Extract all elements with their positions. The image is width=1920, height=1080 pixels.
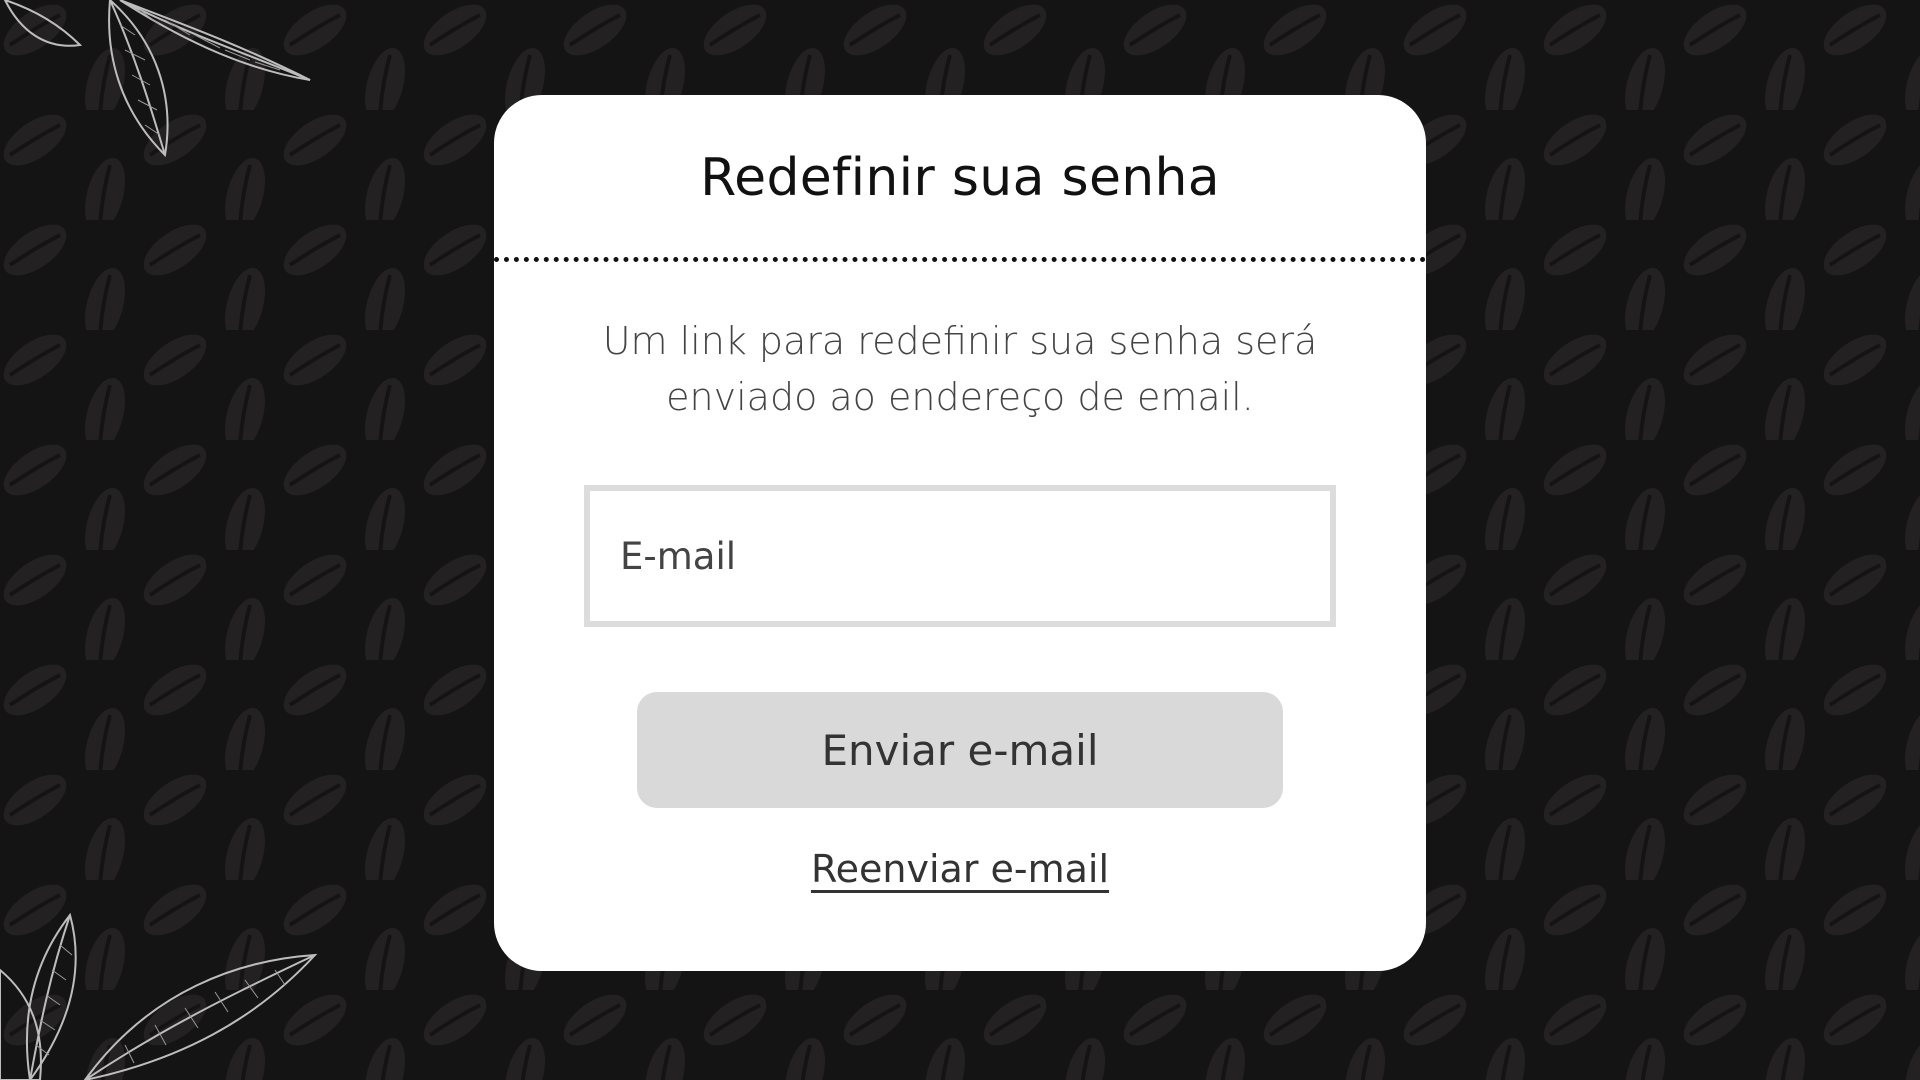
- leaf-illustration-top: [3, 0, 311, 158]
- send-email-button[interactable]: Enviar e-mail: [637, 692, 1283, 808]
- resend-email-link[interactable]: Reenviar e-mail: [494, 847, 1426, 891]
- leaf-illustration-bottom: [0, 912, 318, 1080]
- email-field[interactable]: [584, 485, 1336, 627]
- dotted-divider: [494, 257, 1426, 262]
- dialog-title: Redefinir sua senha: [700, 148, 1220, 208]
- dialog-description: Um link para redefinir sua senha será en…: [602, 319, 1318, 419]
- reset-password-dialog: Redefinir sua senha Um link para redefin…: [494, 95, 1426, 971]
